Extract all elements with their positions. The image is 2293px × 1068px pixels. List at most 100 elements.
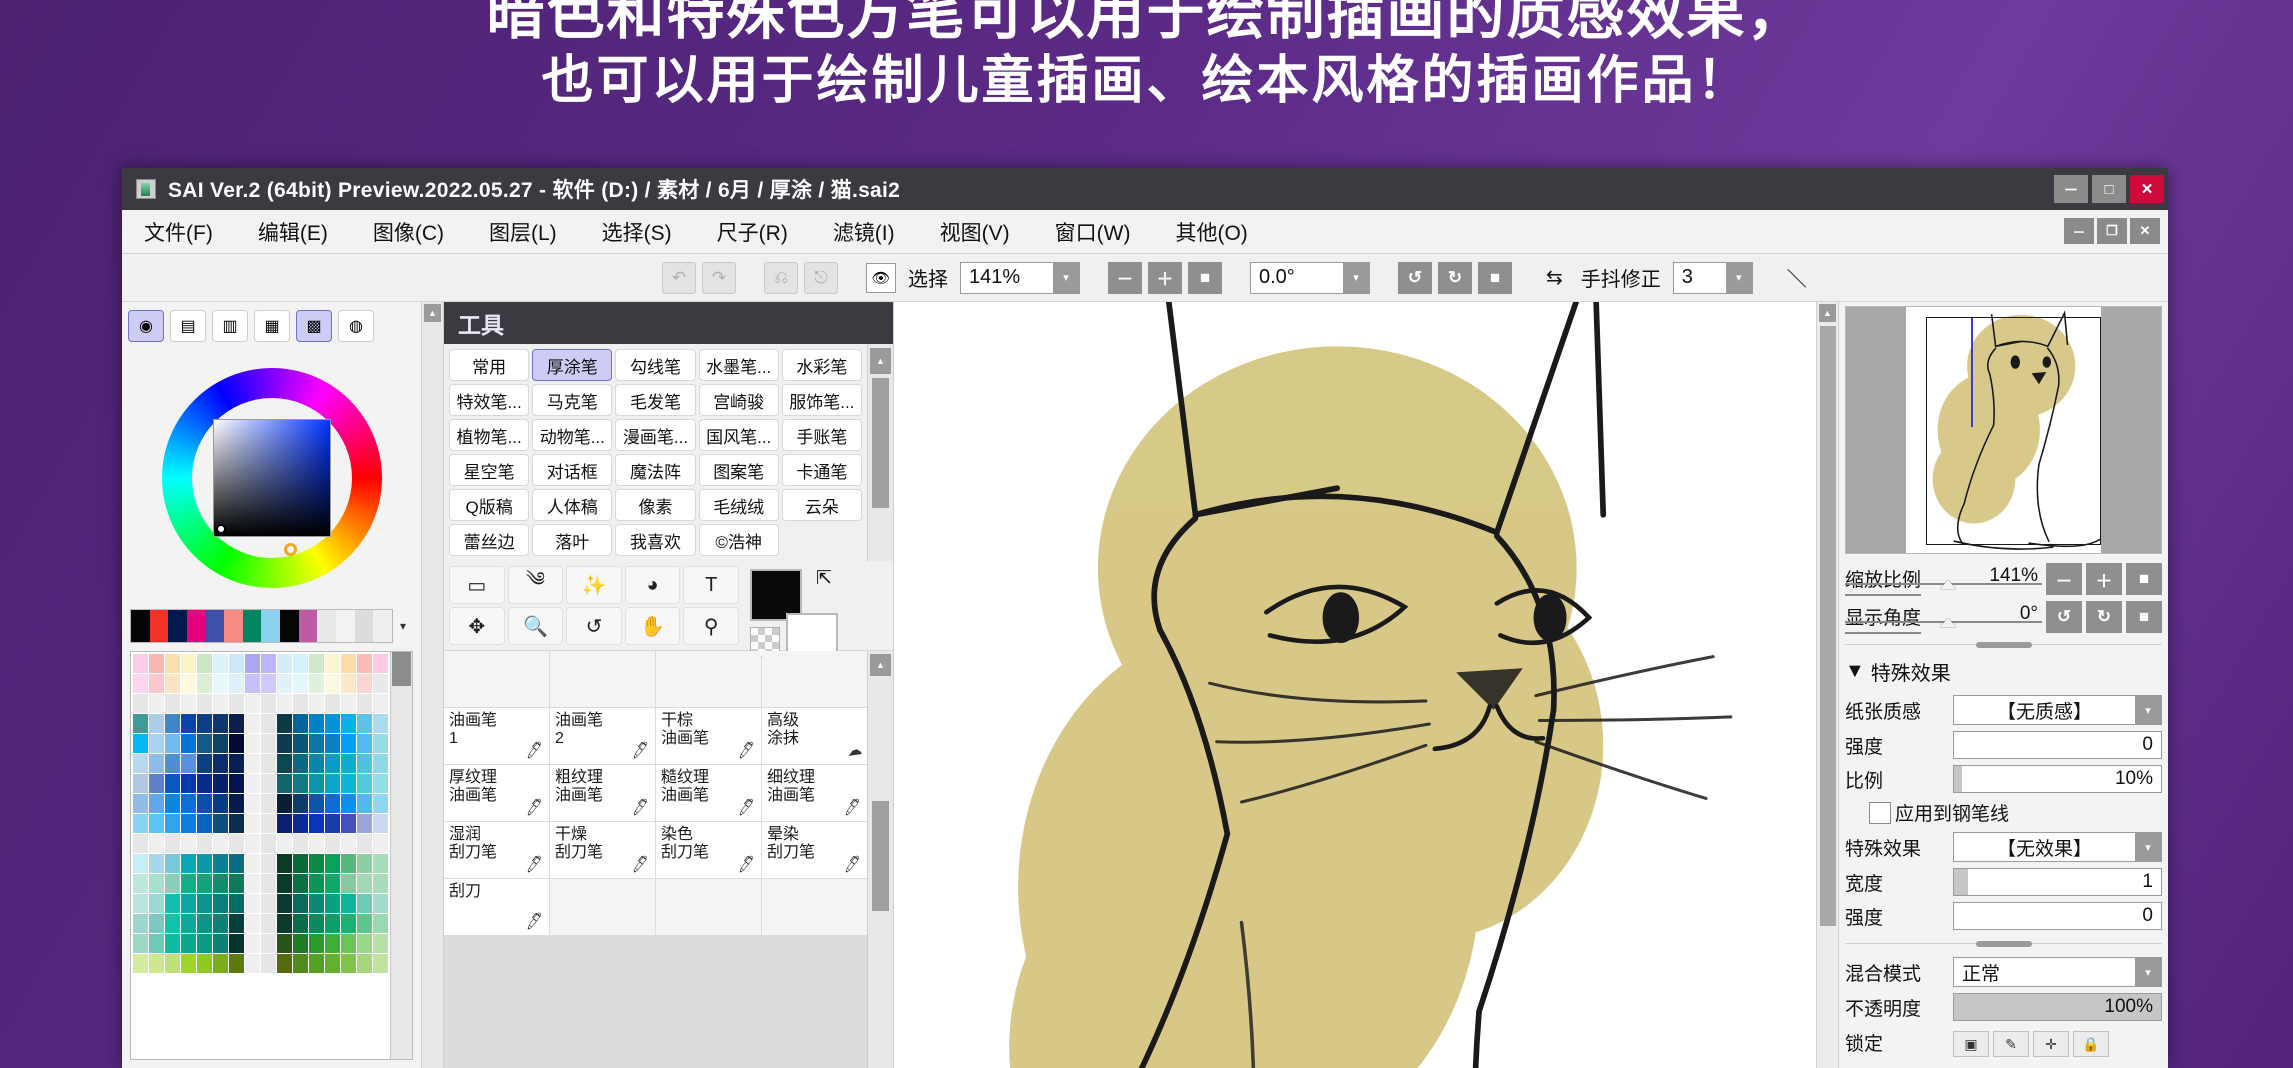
recent-swatch-4[interactable] xyxy=(205,610,225,642)
palette-swatch-172[interactable] xyxy=(325,854,340,873)
palette-swatch-196[interactable] xyxy=(197,894,212,913)
palette-swatch-102[interactable] xyxy=(229,774,244,793)
eye-icon[interactable]: 👁 xyxy=(866,262,896,293)
palette-swatch-56[interactable] xyxy=(261,714,276,733)
rotate-ccw-button[interactable]: ↺ xyxy=(1398,261,1432,294)
palette-swatch-167[interactable] xyxy=(245,854,260,873)
category-scrollbar[interactable]: ▲ xyxy=(867,344,893,561)
recent-swatch-10[interactable] xyxy=(317,610,337,642)
swap-colors-icon[interactable]: ⇱ xyxy=(816,567,832,590)
brush-category-21[interactable]: 人体稿 xyxy=(532,489,613,521)
menu-image[interactable]: 图像(C) xyxy=(373,217,444,247)
palette-swatch-244[interactable] xyxy=(197,954,212,973)
angle-field[interactable]: 0.0° ▾ xyxy=(1250,261,1370,294)
palette-swatch-137[interactable] xyxy=(277,814,292,833)
zoom-dropdown-icon[interactable]: ▾ xyxy=(1053,262,1079,293)
brush-category-15[interactable]: 星空笔 xyxy=(449,454,530,486)
gradient-tab[interactable]: ◍ xyxy=(338,310,374,342)
zoom-field[interactable]: 141% ▾ xyxy=(960,261,1080,294)
palette-swatch-202[interactable] xyxy=(293,894,308,913)
magic-wand-tool[interactable]: ✨ xyxy=(566,566,622,604)
menu-view[interactable]: 视图(V) xyxy=(940,217,1010,247)
palette-swatch-78[interactable] xyxy=(357,734,372,753)
brush-category-12[interactable]: 漫画笔... xyxy=(615,419,696,451)
palette-swatch-220[interactable] xyxy=(325,914,340,933)
palette-swatch-160[interactable] xyxy=(133,854,148,873)
stabilizer-field[interactable]: 3 ▾ xyxy=(1672,261,1753,294)
palette-swatch-127[interactable] xyxy=(373,794,388,813)
palette-swatch-251[interactable] xyxy=(309,954,324,973)
zoom-tool[interactable]: 🔍 xyxy=(507,607,564,645)
palette-swatch-158[interactable] xyxy=(357,834,372,853)
palette-swatch-16[interactable] xyxy=(133,674,148,693)
effect-dropdown-icon[interactable]: ▾ xyxy=(2135,833,2161,861)
hsv-slider-tab[interactable]: ▥ xyxy=(212,310,248,342)
palette-swatch-132[interactable] xyxy=(197,814,212,833)
palette-swatch-30[interactable] xyxy=(357,674,372,693)
palette-swatch-124[interactable] xyxy=(325,794,340,813)
lock-icon-2[interactable]: ✛ xyxy=(2033,1031,2069,1057)
brush-category-1[interactable]: 厚涂笔 xyxy=(532,349,613,381)
palette-swatch-187[interactable] xyxy=(309,874,324,893)
palette-swatch-15[interactable] xyxy=(373,654,388,673)
palette-swatch-32[interactable] xyxy=(133,694,148,713)
palette-swatch-82[interactable] xyxy=(165,754,180,773)
recent-swatches[interactable] xyxy=(130,609,393,643)
palette-swatch-129[interactable] xyxy=(149,814,164,833)
width-field[interactable]: 1 xyxy=(1953,868,2162,896)
effect-combo[interactable]: 【无效果】 ▾ xyxy=(1953,832,2162,862)
lock-icon-0[interactable]: ▣ xyxy=(1953,1031,1989,1057)
brush-list-scrollbar[interactable]: ▲ xyxy=(867,651,893,1068)
paper-dropdown-icon[interactable]: ▾ xyxy=(2135,696,2161,724)
palette-swatch-195[interactable] xyxy=(181,894,196,913)
brush-category-27[interactable]: 我喜欢 xyxy=(615,524,696,556)
palette-swatch-31[interactable] xyxy=(373,674,388,693)
palette-swatch-240[interactable] xyxy=(133,954,148,973)
palette-swatch-171[interactable] xyxy=(309,854,324,873)
saturation-value-square[interactable] xyxy=(212,418,331,537)
palette-swatch-10[interactable] xyxy=(293,654,308,673)
palette-swatch-42[interactable] xyxy=(293,694,308,713)
strength-field[interactable]: 0 xyxy=(1953,731,2162,759)
palette-swatch-104[interactable] xyxy=(261,774,276,793)
palette-swatch-206[interactable] xyxy=(357,894,372,913)
hue-ring[interactable] xyxy=(161,367,382,588)
brush-item-8[interactable]: 厚纹理 油画笔 🖊 xyxy=(444,765,549,821)
zoom-plus-button[interactable]: ＋ xyxy=(2086,563,2122,595)
palette-swatch-40[interactable] xyxy=(261,694,276,713)
brush-category-6[interactable]: 马克笔 xyxy=(532,384,613,416)
menu-select[interactable]: 选择(S) xyxy=(602,217,672,247)
navigator-thumbnail[interactable] xyxy=(1845,306,2162,554)
palette-swatch-107[interactable] xyxy=(309,774,324,793)
palette-swatch-211[interactable] xyxy=(181,914,196,933)
rotate-reset-button[interactable]: ■ xyxy=(2126,601,2162,633)
palette-swatch-44[interactable] xyxy=(325,694,340,713)
recent-swatch-11[interactable] xyxy=(336,610,355,642)
palette-swatch-79[interactable] xyxy=(373,734,388,753)
palette-swatch-27[interactable] xyxy=(309,674,324,693)
palette-swatch-173[interactable] xyxy=(341,854,356,873)
palette-swatch-55[interactable] xyxy=(245,714,260,733)
brush-category-26[interactable]: 落叶 xyxy=(532,524,613,556)
palette-swatch-175[interactable] xyxy=(373,854,388,873)
doc-restore-button[interactable]: ❐ xyxy=(2097,218,2127,244)
palette-swatch-80[interactable] xyxy=(133,754,148,773)
palette-swatch-85[interactable] xyxy=(213,754,228,773)
menu-file[interactable]: 文件(F) xyxy=(144,217,213,247)
palette-grid[interactable] xyxy=(131,652,390,1059)
palette-swatch-147[interactable] xyxy=(181,834,196,853)
palette-swatch-179[interactable] xyxy=(181,874,196,893)
brush-item-12[interactable]: 湿润 刮刀笔 🖊 xyxy=(444,822,549,878)
navigator-viewport-box[interactable] xyxy=(1926,317,2101,545)
palette-swatch-0[interactable] xyxy=(133,654,148,673)
palette-swatch-74[interactable] xyxy=(293,734,308,753)
palette-swatch-185[interactable] xyxy=(277,874,292,893)
palette-swatch-34[interactable] xyxy=(165,694,180,713)
palette-swatch-37[interactable] xyxy=(213,694,228,713)
palette-swatch-148[interactable] xyxy=(197,834,212,853)
palette-swatch-103[interactable] xyxy=(245,774,260,793)
brush-item-9[interactable]: 粗纹理 油画笔 🖊 xyxy=(550,765,655,821)
zoom-minus-button[interactable]: － xyxy=(2046,563,2082,595)
palette-swatch-223[interactable] xyxy=(373,914,388,933)
palette-swatch-237[interactable] xyxy=(341,934,356,953)
